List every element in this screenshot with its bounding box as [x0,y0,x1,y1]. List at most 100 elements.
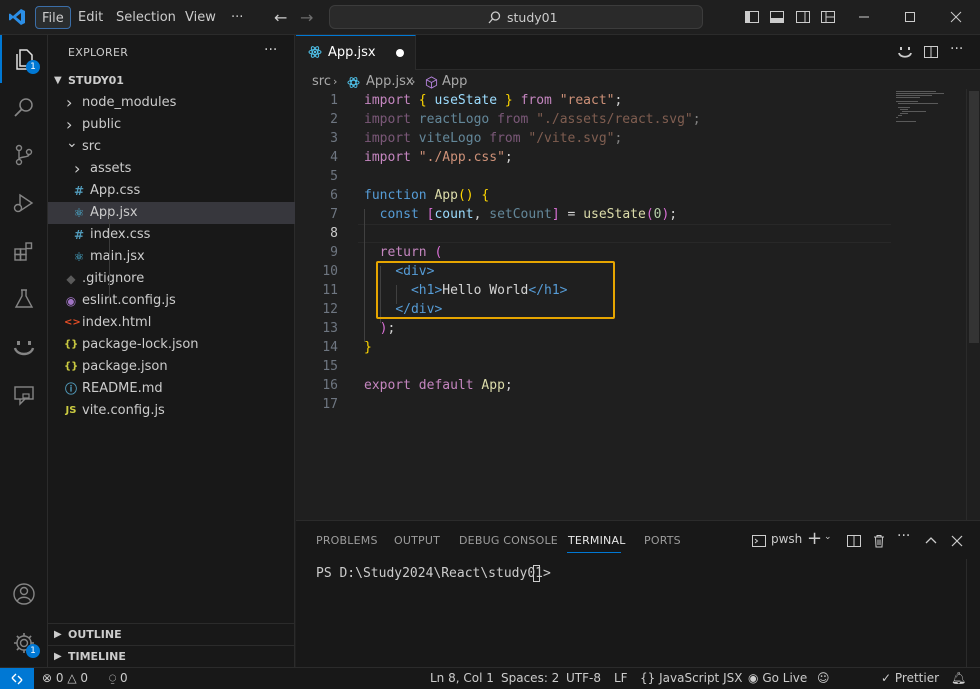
react-file-icon: ⚛ [73,206,85,220]
tree-item-label: .gitignore [82,271,145,286]
minimap[interactable] [896,89,966,129]
maximize-panel-icon[interactable] [923,533,939,549]
toggle-panel-icon[interactable] [769,9,785,25]
terminal-shell-label[interactable]: pwsh [771,532,802,548]
menu-selection[interactable]: Selection [110,6,182,29]
tree-item-label: App.css [90,183,141,198]
tree-item[interactable]: › assets [48,158,295,180]
minimize-icon[interactable] [856,9,872,25]
remote-indicator-button[interactable] [0,668,34,689]
source-control-view-button[interactable] [0,131,48,179]
menu-view[interactable]: View [179,6,222,29]
explorer-badge: 1 [26,60,40,74]
symbol-function-icon [425,76,438,89]
more-menus-button[interactable]: ··· [225,6,249,29]
encoding-status[interactable]: UTF-8 [566,671,601,685]
line-number-label: 8 [330,226,338,241]
explorer-view-button[interactable]: 1 [0,35,48,83]
copilot-icon[interactable] [897,44,913,60]
tree-item[interactable]: ◉ eslint.config.js [48,290,295,312]
menu-file[interactable]: File [35,6,71,29]
accounts-button[interactable] [0,570,48,618]
chevron-right-icon: › [333,75,338,88]
terminal-cursor [533,565,540,582]
tab-debug-console[interactable]: DEBUG CONSOLE [459,534,558,547]
panel-more-button[interactable]: ··· [897,528,910,544]
menu-edit[interactable]: Edit [72,6,109,29]
breadcrumb-symbol[interactable]: App [442,74,467,89]
tree-item[interactable]: ⚛ main.jsx [48,246,295,268]
search-view-button[interactable] [0,83,48,131]
breadcrumb-file[interactable]: App.jsx [366,74,414,89]
customize-layout-icon[interactable] [820,9,836,25]
account-icon [13,583,35,605]
eol-status[interactable]: LF [614,671,628,685]
maximize-icon[interactable] [902,9,918,25]
code-line-14: } [364,340,372,355]
tree-item[interactable]: # index.css [48,224,295,246]
timeline-section[interactable]: ▶ TIMELINE [48,646,295,668]
remote-explorer-view-button[interactable] [0,371,48,419]
workspace-root-section[interactable]: ▼ STUDY01 [48,70,295,92]
tab-output[interactable]: OUTPUT [394,534,440,547]
unsaved-dot-icon[interactable] [396,49,404,57]
tree-item[interactable]: {} package-lock.json [48,334,295,356]
back-arrow-icon[interactable]: ← [274,8,287,27]
tab-app-jsx[interactable]: App.jsx [296,35,416,70]
toggle-secondary-sidebar-icon[interactable] [795,9,811,25]
toggle-primary-sidebar-icon[interactable] [744,9,760,25]
tree-item[interactable]: <> index.html [48,312,295,334]
terminal-icon[interactable] [751,533,767,549]
tree-item[interactable]: ⚛ App.jsx [48,202,295,224]
trash-icon[interactable] [871,533,887,549]
breadcrumb-src[interactable]: src [312,74,331,89]
go-live-button[interactable]: ◉ Go Live [748,671,807,685]
search-icon [488,11,501,24]
cursor-position[interactable]: Ln 8, Col 1 [430,671,494,685]
split-editor-icon[interactable] [923,44,939,60]
split-terminal-icon[interactable] [846,533,862,549]
bell-icon[interactable]: 🔔︎ [951,671,966,685]
tree-item[interactable]: › node_modules [48,92,295,114]
prettier-status[interactable]: ✓ Prettier [881,671,939,685]
tree-item[interactable]: # App.css [48,180,295,202]
more-actions-button[interactable]: ··· [950,41,966,57]
react-file-icon [347,77,360,88]
ports-status[interactable]: ⍜ 0 [109,671,128,686]
command-center-search[interactable]: study01 [329,5,703,29]
language-status[interactable]: {} JavaScript JSX [640,671,742,685]
line-number: 15 [296,357,346,376]
chevron-down-icon[interactable]: ⌄ [824,532,832,548]
forward-arrow-icon[interactable]: → [300,8,313,27]
tab-problems[interactable]: PROBLEMS [316,534,378,547]
run-debug-view-button[interactable] [0,179,48,227]
copilot-status-icon[interactable]: ☺ [817,671,830,685]
close-panel-icon[interactable] [949,533,965,549]
tree-item[interactable]: ⌄ src [48,135,295,158]
tree-item[interactable]: ◆ .gitignore [48,268,295,290]
ports-count: 0 [120,671,128,685]
outline-section[interactable]: ▶ OUTLINE [48,624,295,646]
extensions-view-button[interactable] [0,227,48,275]
tab-terminal[interactable]: TERMINAL [568,534,626,547]
eslint-file-icon: ◉ [65,294,77,308]
tree-item[interactable]: › public [48,114,295,136]
editor-scrollbar-thumb[interactable] [969,91,979,343]
close-icon[interactable] [948,9,964,25]
chevron-right-icon: ▶ [54,651,62,662]
tree-item[interactable]: ⓘ README.md [48,378,295,400]
tree-item[interactable]: JS vite.config.js [48,400,295,422]
new-terminal-button[interactable]: + [807,528,822,549]
terminal-prompt[interactable]: PS D:\Study2024\React\study01> [316,566,559,581]
line-number-label: 17 [322,397,338,412]
indentation-status[interactable]: Spaces: 2 [501,671,559,685]
problems-status[interactable]: ⊗ 0 △ 0 [42,671,88,685]
manage-button[interactable]: 1 [0,619,48,667]
testing-view-button[interactable] [0,275,48,323]
explorer-more-button[interactable]: ··· [264,42,277,58]
tree-item[interactable]: {} package.json [48,356,295,378]
terminal-scrollbar[interactable] [966,559,980,668]
copilot-view-button[interactable] [0,323,48,371]
tab-ports[interactable]: PORTS [644,534,681,547]
code-line-6: function App() { [364,188,490,203]
